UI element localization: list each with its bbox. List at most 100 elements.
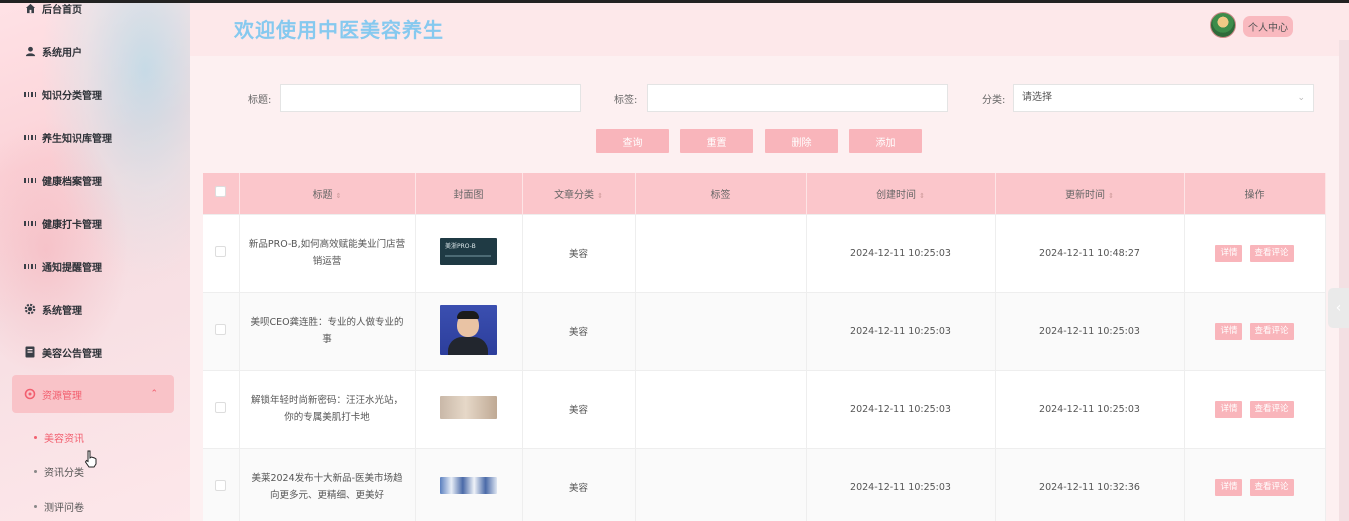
column-header-label: 文章分类: [554, 189, 595, 201]
title-label: 标题:: [248, 95, 272, 106]
sort-icon[interactable]: ⇕: [336, 192, 342, 200]
table-header-row: 标题 ⇕ 封面图 文章分类 ⇕ 标签 创建时间 ⇕ 更新时间 ⇕ 操作: [203, 173, 1326, 214]
row-checkbox-cell[interactable]: [203, 447, 240, 521]
category-select-value: 请选择: [1022, 92, 1052, 103]
add-button[interactable]: 添加: [849, 129, 922, 153]
row-checkbox-cell[interactable]: [203, 291, 240, 370]
title-search-input[interactable]: [280, 84, 581, 112]
view-comments-button[interactable]: 查看评论: [1249, 478, 1294, 496]
page-title: 欢迎使用中医美容养生: [234, 18, 444, 42]
sort-icon[interactable]: ⇕: [597, 192, 603, 200]
grid-icon: [24, 174, 36, 186]
table-row: 美莱2024发布十大新品-医美市场趋向更多元、更精细、更美好 美容 2024-1…: [203, 447, 1326, 521]
sidebar-item-label: 知识分类管理: [42, 90, 102, 102]
sidebar-item-label: 养生知识库管理: [42, 133, 112, 145]
home-icon: [24, 2, 36, 14]
column-header-label: 标签: [710, 189, 731, 201]
row-title: 美呗CEO龚连胜：专业的人做专业的事: [239, 291, 416, 370]
sidebar-item-system-users[interactable]: 系统用户: [12, 33, 174, 69]
sidebar-item-system-settings[interactable]: 系统管理: [12, 291, 174, 327]
sidebar-item-beauty-notices[interactable]: 美容公告管理: [12, 334, 174, 370]
select-all-checkbox-cell[interactable]: [203, 173, 240, 214]
sidebar-subitem-news-category[interactable]: 资讯分类: [34, 464, 84, 479]
search-form: 标题: 标签: 分类: 请选择 ⌄: [190, 84, 1339, 112]
row-checkbox-cell[interactable]: [203, 369, 240, 448]
sidebar-subitem-questionnaire[interactable]: 测评问卷: [34, 499, 84, 514]
column-header-label: 封面图: [453, 189, 484, 201]
detail-button[interactable]: 详情: [1215, 400, 1243, 418]
row-created: 2024-12-11 10:25:03: [806, 213, 996, 292]
document-icon: [24, 346, 36, 358]
sidebar-item-label: 通知提醒管理: [42, 262, 102, 274]
view-comments-button[interactable]: 查看评论: [1249, 244, 1294, 262]
column-header-updated[interactable]: 更新时间 ⇕: [995, 173, 1185, 214]
sidebar-item-health-records[interactable]: 健康档案管理: [12, 162, 174, 198]
detail-button[interactable]: 详情: [1215, 322, 1243, 340]
row-cover: [415, 291, 523, 370]
row-category: 美容: [522, 213, 636, 292]
sidebar-item-home[interactable]: 后台首页: [12, 0, 174, 26]
row-category: 美容: [522, 447, 636, 521]
scrollbar[interactable]: [1339, 40, 1349, 521]
row-checkbox[interactable]: [215, 324, 227, 335]
tag-search-input[interactable]: [647, 84, 948, 112]
sidebar-subitem-beauty-news[interactable]: 美容资讯: [34, 430, 84, 445]
profile-button[interactable]: 个人中心: [1243, 16, 1293, 37]
grid-icon: [24, 131, 36, 143]
sidebar-item-health-checkin[interactable]: 健康打卡管理: [12, 205, 174, 241]
row-tags: [635, 447, 807, 521]
resource-icon: [24, 388, 36, 400]
main-panel: 标题: 标签: 分类: 请选择 ⌄ 查询 重置 删除 添加 标题 ⇕ 封面图 文章…: [190, 56, 1339, 521]
sidebar-item-label: 健康打卡管理: [42, 219, 102, 231]
row-checkbox[interactable]: [215, 402, 227, 413]
cover-image-text: 美浙PRO-B: [445, 243, 476, 250]
user-icon: [24, 45, 36, 57]
view-comments-button[interactable]: 查看评论: [1249, 322, 1294, 340]
row-ops: 详情 查看评论: [1184, 369, 1326, 448]
column-header-ops: 操作: [1184, 173, 1326, 214]
sidebar-item-health-knowledge[interactable]: 养生知识库管理: [12, 119, 174, 155]
sidebar-subitem-label: 资讯分类: [44, 468, 84, 479]
row-title: 解锁年轻时尚新密码：汪汪水光站，你的专属美肌打卡地: [239, 369, 416, 448]
row-updated: 2024-12-11 10:25:03: [995, 291, 1185, 370]
grid-icon: [24, 260, 36, 272]
column-header-title[interactable]: 标题 ⇕: [239, 173, 416, 214]
table-row: 新品PRO-B,如何高效赋能美业门店营销运营 美浙PRO-B 美容 2024-1…: [203, 213, 1326, 292]
window-top-edge: [0, 0, 1349, 3]
sidebar-subitem-label: 测评问卷: [44, 503, 84, 514]
column-header-label: 更新时间: [1065, 189, 1106, 201]
category-select[interactable]: 请选择 ⌄: [1013, 84, 1314, 112]
row-category: 美容: [522, 291, 636, 370]
grid-icon: [24, 88, 36, 100]
row-checkbox[interactable]: [215, 246, 227, 257]
sidebar-item-label: 资源管理: [42, 390, 82, 402]
sidebar-item-resources[interactable]: 资源管理 ⌃: [12, 375, 174, 413]
sidebar-item-notifications[interactable]: 通知提醒管理: [12, 248, 174, 284]
column-header-created[interactable]: 创建时间 ⇕: [806, 173, 996, 214]
detail-button[interactable]: 详情: [1215, 244, 1243, 262]
reset-button[interactable]: 重置: [680, 129, 753, 153]
row-ops: 详情 查看评论: [1184, 213, 1326, 292]
row-checkbox-cell[interactable]: [203, 213, 240, 292]
sidebar-item-knowledge-category[interactable]: 知识分类管理: [12, 76, 174, 112]
select-all-checkbox[interactable]: [215, 186, 227, 198]
cover-image: 美浙PRO-B: [440, 238, 497, 265]
row-created: 2024-12-11 10:25:03: [806, 291, 996, 370]
detail-button[interactable]: 详情: [1215, 478, 1243, 496]
category-label: 分类:: [982, 95, 1006, 106]
sort-icon[interactable]: ⇕: [919, 192, 925, 200]
collapse-handle[interactable]: ‹: [1328, 288, 1349, 328]
sidebar-item-label: 系统管理: [42, 305, 82, 317]
row-ops: 详情 查看评论: [1184, 447, 1326, 521]
query-button[interactable]: 查询: [596, 129, 669, 153]
view-comments-button[interactable]: 查看评论: [1249, 400, 1294, 418]
delete-button[interactable]: 删除: [765, 129, 838, 153]
avatar[interactable]: [1210, 12, 1236, 38]
row-checkbox[interactable]: [215, 480, 227, 492]
sort-icon[interactable]: ⇕: [1108, 192, 1114, 200]
column-header-category[interactable]: 文章分类 ⇕: [522, 173, 636, 214]
table-row: 解锁年轻时尚新密码：汪汪水光站，你的专属美肌打卡地 美容 2024-12-11 …: [203, 369, 1326, 448]
column-header-label: 标题: [312, 189, 333, 201]
chevron-up-icon: ⌃: [150, 389, 158, 399]
row-created: 2024-12-11 10:25:03: [806, 447, 996, 521]
